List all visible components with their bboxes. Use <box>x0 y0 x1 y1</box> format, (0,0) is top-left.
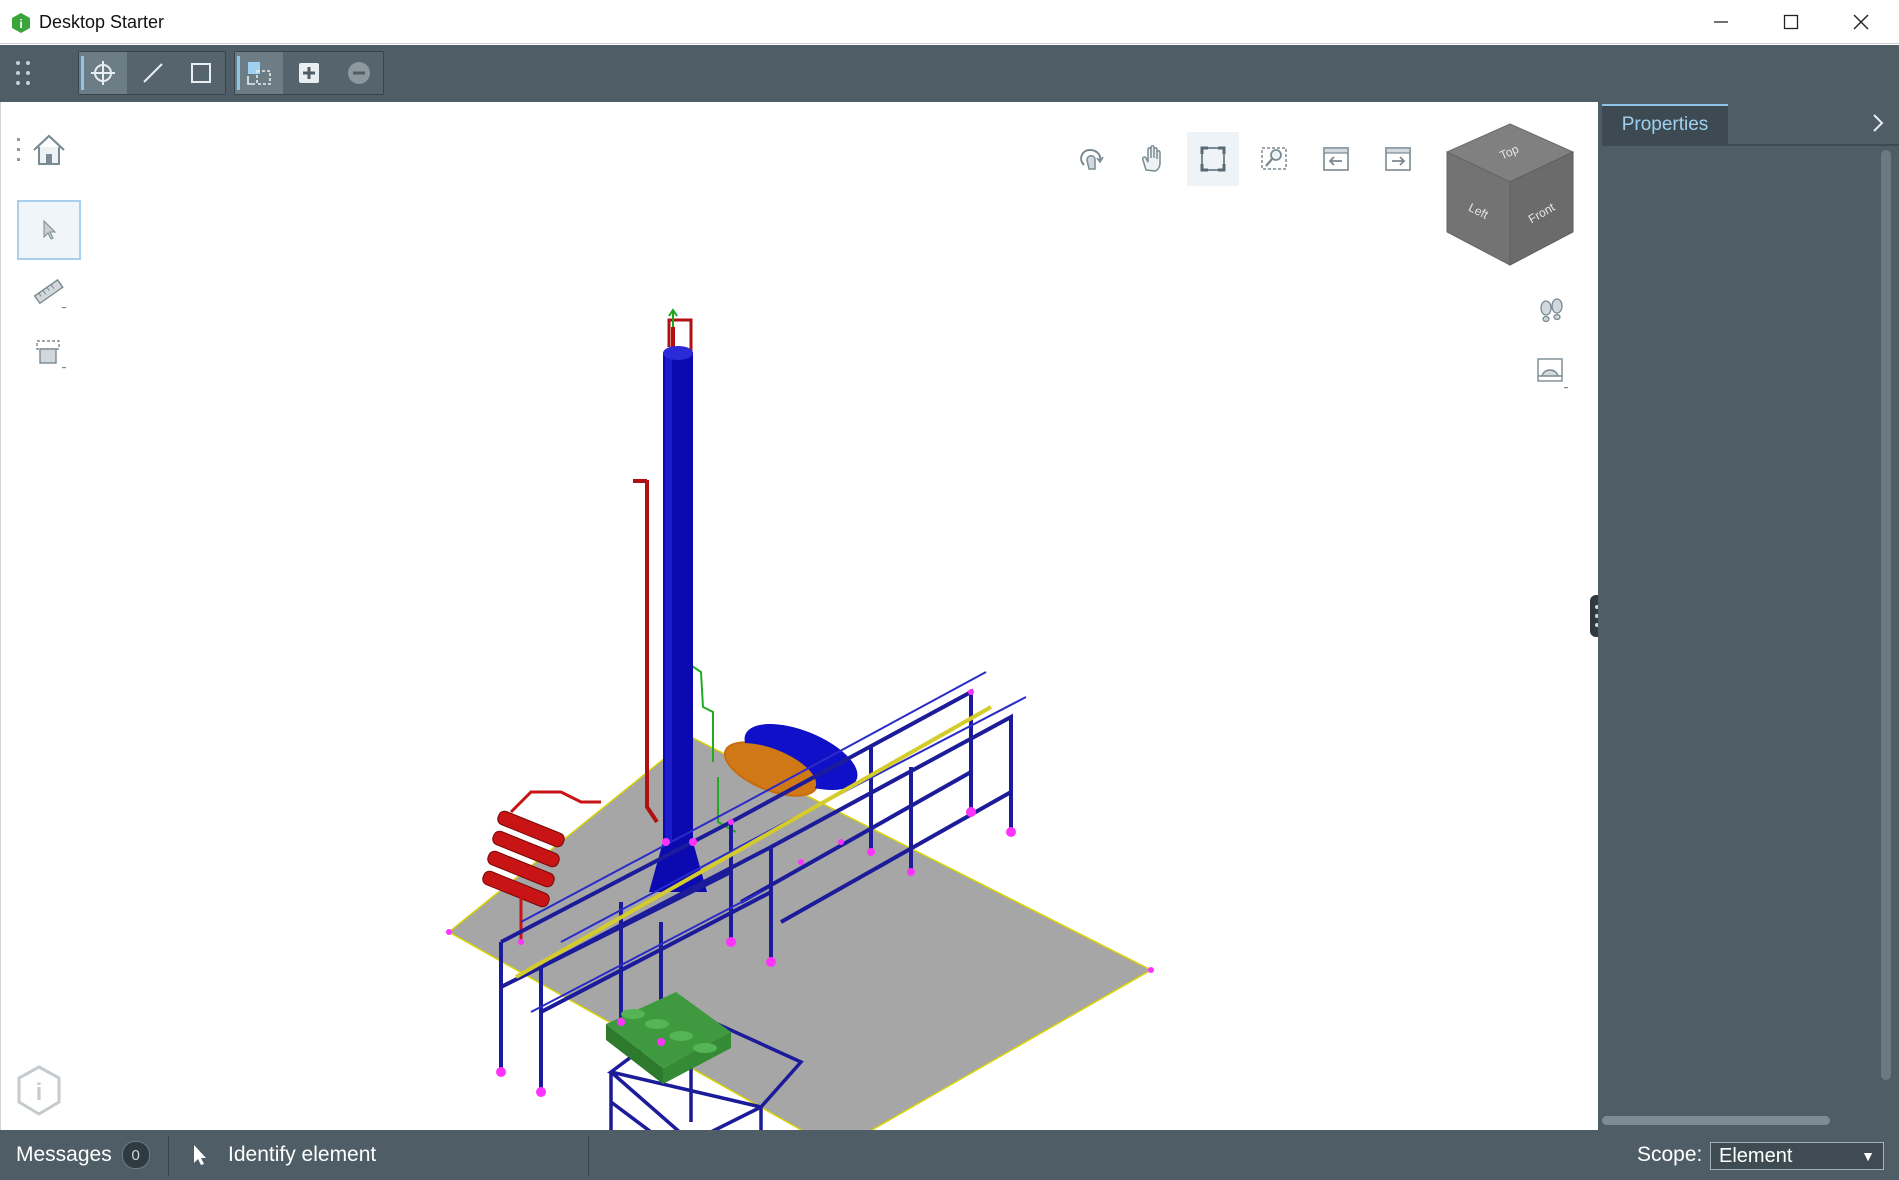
app-logo-icon: i <box>12 13 30 33</box>
line-tool-icon <box>143 63 163 83</box>
tab-properties[interactable]: Properties <box>1602 104 1728 144</box>
maximize-icon <box>1783 14 1799 30</box>
measure-ruler-icon <box>33 278 66 309</box>
section-clip-button[interactable] <box>29 332 69 372</box>
snap-crosshair-button[interactable] <box>79 52 127 94</box>
close-button[interactable] <box>1826 0 1896 44</box>
section-clip-icon <box>36 340 66 369</box>
remove-button[interactable] <box>335 52 383 94</box>
window-title: Desktop Starter <box>39 12 165 32</box>
camera-icon <box>1537 358 1568 389</box>
scope-value: Element <box>1719 1145 1793 1167</box>
view-cube[interactable]: Top Left Front <box>1443 120 1577 266</box>
left-tools-grip-icon[interactable] <box>15 138 23 164</box>
rectangle-tool-button[interactable] <box>177 52 225 94</box>
fit-view-button[interactable] <box>1187 132 1239 186</box>
next-view-button[interactable] <box>1372 132 1424 186</box>
remove-icon <box>348 62 370 84</box>
status-bar: Messages 0 Identify element Scope: Eleme… <box>0 1130 1899 1180</box>
toolbar-grip-icon[interactable] <box>14 59 32 87</box>
zoom-window-button[interactable] <box>1248 132 1300 186</box>
svg-text:i: i <box>19 17 22 31</box>
title-bar: i Desktop Starter <box>0 0 1899 44</box>
messages-count-badge: 0 <box>121 1141 150 1169</box>
line-tool-button[interactable] <box>129 52 177 94</box>
messages-label: Messages <box>16 1143 112 1166</box>
close-icon <box>1853 14 1869 30</box>
walk-mode-button[interactable] <box>1531 292 1571 332</box>
previous-view-button[interactable] <box>1310 132 1362 186</box>
status-divider <box>168 1136 169 1176</box>
prompt-area: Identify element <box>190 1130 376 1180</box>
add-button[interactable] <box>285 52 333 94</box>
rectangle-tool-icon <box>191 63 211 83</box>
viewer-logo-icon: i <box>17 1065 61 1116</box>
3d-viewport[interactable]: Top Left Front i <box>0 102 1598 1162</box>
walk-footprints-icon <box>1540 298 1563 323</box>
tab-strip <box>1602 144 1899 146</box>
next-view-icon <box>1385 147 1411 171</box>
scope-select[interactable]: Element ▼ <box>1710 1142 1884 1170</box>
pan-view-button[interactable] <box>1126 132 1178 186</box>
maximize-button[interactable] <box>1756 0 1826 44</box>
drawing-tools-group <box>78 51 226 95</box>
home-icon <box>33 134 65 165</box>
svg-text:i: i <box>36 1079 43 1106</box>
rotate-icon <box>1080 148 1104 170</box>
home-view-button[interactable] <box>29 130 69 170</box>
ground-slab[interactable] <box>447 736 1153 1151</box>
minimize-icon <box>1714 21 1728 23</box>
collapse-panel-icon[interactable] <box>1869 112 1887 134</box>
status-divider <box>588 1136 589 1176</box>
add-icon <box>299 63 319 83</box>
select-arrow-icon <box>43 219 57 240</box>
plant-3d-model[interactable] <box>401 202 1191 1162</box>
minimize-button[interactable] <box>1686 0 1756 44</box>
vertical-scrollbar[interactable] <box>1881 150 1891 1080</box>
camera-button[interactable] <box>1531 352 1571 392</box>
snap-crosshair-icon <box>91 61 115 85</box>
pan-hand-icon <box>1142 145 1161 172</box>
rotate-view-button[interactable] <box>1065 132 1117 186</box>
select-window-icon <box>247 62 271 85</box>
measure-tool-button[interactable] <box>29 272 69 312</box>
selection-tools-group <box>234 51 384 95</box>
horizontal-scrollbar[interactable] <box>1602 1116 1830 1125</box>
main-toolbar <box>0 45 1899 102</box>
cursor-arrow-icon <box>194 1145 206 1165</box>
select-tool-button[interactable] <box>17 200 81 260</box>
prompt-text: Identify element <box>228 1143 377 1166</box>
fit-view-icon <box>1200 146 1226 172</box>
messages-button[interactable]: Messages 0 <box>16 1130 150 1180</box>
previous-view-icon <box>1323 147 1349 171</box>
select-window-button[interactable] <box>235 52 283 94</box>
scope-label: Scope: <box>1637 1143 1703 1166</box>
properties-panel: Properties <box>1598 102 1899 1130</box>
zoom-window-icon <box>1261 147 1287 170</box>
dropdown-arrow-icon: ▼ <box>1861 1148 1875 1164</box>
